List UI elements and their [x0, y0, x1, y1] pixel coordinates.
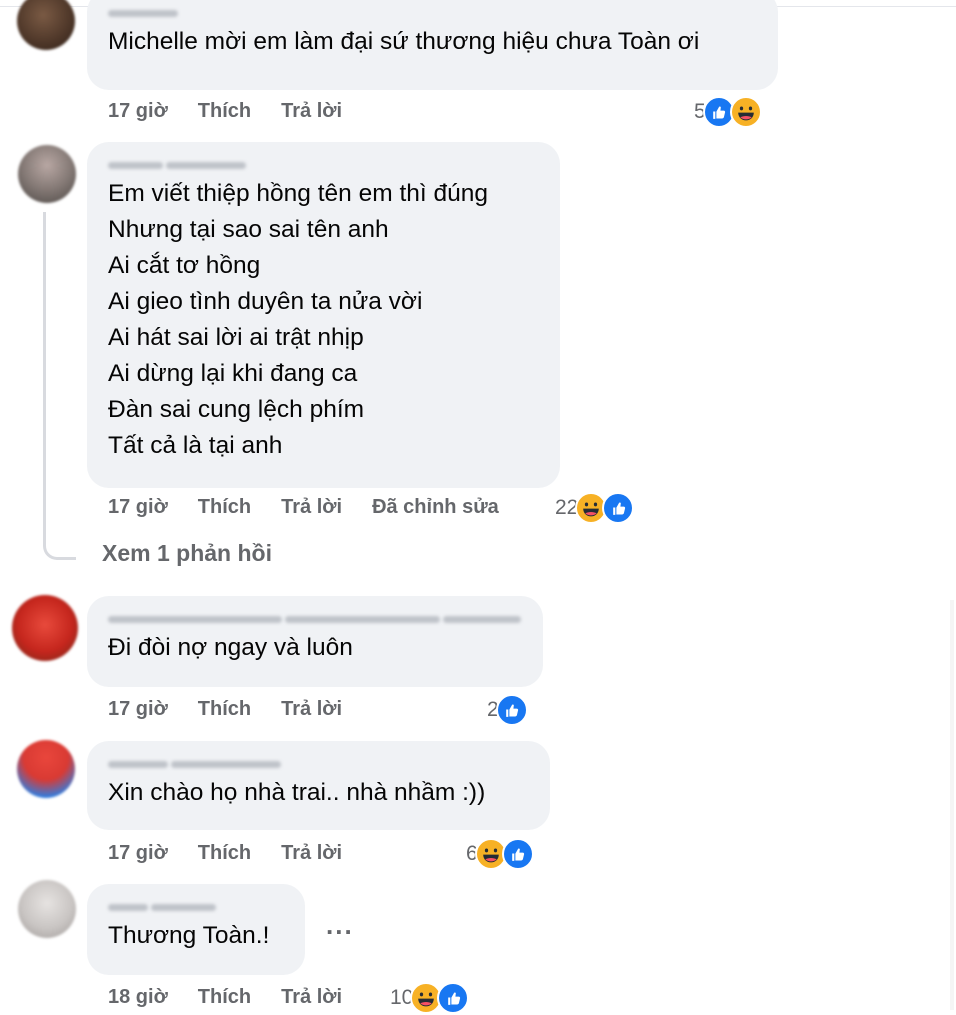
- scrollbar[interactable]: [950, 600, 954, 1010]
- comment-actions: 17 giờ Thích Trả lời: [108, 96, 372, 126]
- comment-time[interactable]: 17 giờ: [108, 100, 168, 123]
- edited-label: Đã chỉnh sửa: [372, 495, 499, 518]
- comment-author[interactable]: [108, 753, 528, 775]
- avatar[interactable]: [17, 0, 75, 50]
- comment-time[interactable]: 18 giờ: [108, 986, 168, 1009]
- haha-icon: [729, 96, 762, 128]
- comment-bubble: Michelle mời em làm đại sứ thương hiệu c…: [87, 0, 778, 90]
- reply-button[interactable]: Trả lời: [281, 842, 342, 865]
- reply-button[interactable]: Trả lời: [281, 496, 342, 519]
- comment-author[interactable]: [108, 154, 538, 176]
- like-icon: [501, 838, 534, 870]
- avatar[interactable]: [18, 145, 76, 203]
- comment-author[interactable]: [108, 608, 521, 630]
- comment-actions: 17 giờ Thích Trả lời Đã chỉnh sửa: [108, 492, 529, 522]
- comment-text: Michelle mời em làm đại sứ thương hiệu c…: [108, 28, 700, 55]
- reaction-summary[interactable]: 5: [694, 95, 762, 129]
- comment-time[interactable]: 17 giờ: [108, 698, 168, 721]
- comment-text: Em viết thiệp hồng tên em thì đúng Nhưng…: [108, 180, 488, 459]
- reaction-summary[interactable]: 22: [555, 491, 635, 525]
- reaction-summary[interactable]: 6: [466, 837, 534, 871]
- like-icon: [602, 492, 635, 524]
- comment-author[interactable]: [108, 2, 756, 24]
- like-button[interactable]: Thích: [198, 496, 251, 519]
- like-button[interactable]: Thích: [198, 842, 251, 865]
- comment-author[interactable]: [108, 896, 283, 918]
- comment-actions: 17 giờ Thích Trả lời: [108, 838, 372, 868]
- reply-button[interactable]: Trả lời: [281, 986, 342, 1009]
- comment-text: Thương Toàn.!: [108, 922, 270, 949]
- comment-actions: 18 giờ Thích Trả lời: [108, 982, 372, 1012]
- comment-bubble: Đi đòi nợ ngay và luôn: [87, 596, 543, 687]
- avatar[interactable]: [18, 880, 76, 938]
- like-button[interactable]: Thích: [198, 100, 251, 123]
- like-button[interactable]: Thích: [198, 986, 251, 1009]
- comment-bubble: Em viết thiệp hồng tên em thì đúng Nhưng…: [87, 142, 560, 488]
- comment-text: Xin chào họ nhà trai.. nhà nhầm :)): [108, 779, 486, 806]
- more-options-icon[interactable]: ...: [326, 910, 354, 941]
- like-button[interactable]: Thích: [198, 698, 251, 721]
- like-icon: [495, 694, 528, 726]
- avatar[interactable]: [17, 740, 75, 798]
- comment-time[interactable]: 17 giờ: [108, 496, 168, 519]
- reaction-summary[interactable]: 2: [487, 693, 528, 727]
- comment-time[interactable]: 17 giờ: [108, 842, 168, 865]
- avatar[interactable]: [12, 595, 78, 661]
- comment-bubble: Xin chào họ nhà trai.. nhà nhầm :)): [87, 741, 550, 830]
- like-icon: [437, 982, 470, 1014]
- comment-text: Đi đòi nợ ngay và luôn: [108, 634, 353, 661]
- thread-line: [43, 212, 76, 560]
- view-replies-link[interactable]: Xem 1 phản hồi: [102, 540, 272, 567]
- reply-button[interactable]: Trả lời: [281, 100, 342, 123]
- comment-actions: 17 giờ Thích Trả lời: [108, 694, 372, 724]
- comment-bubble: Thương Toàn.!: [87, 884, 305, 975]
- reply-button[interactable]: Trả lời: [281, 698, 342, 721]
